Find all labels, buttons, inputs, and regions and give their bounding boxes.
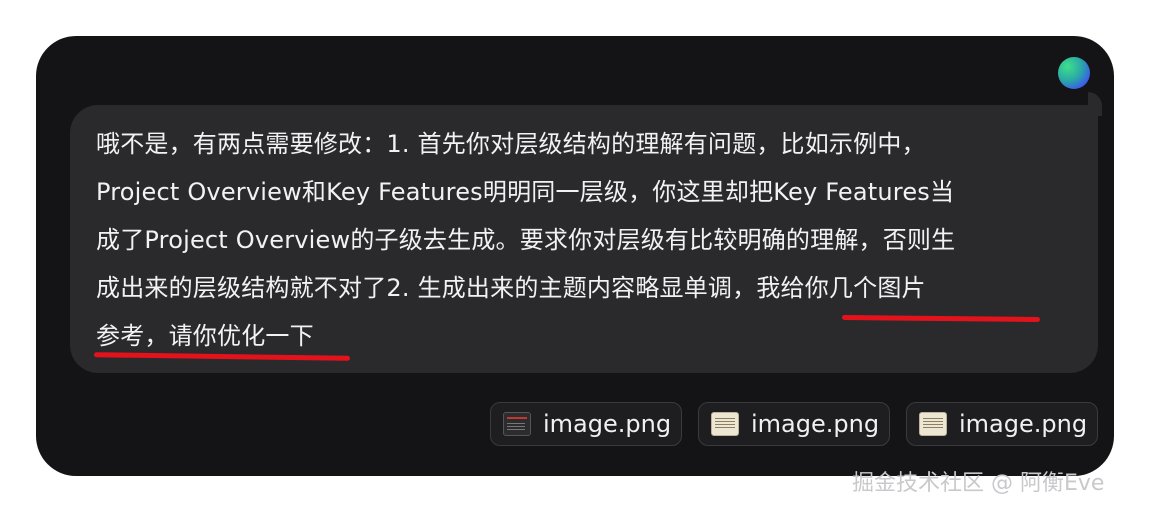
light-document-thumbnail-icon [919, 412, 947, 436]
user-avatar-icon[interactable] [1058, 57, 1090, 89]
dark-screenshot-thumbnail-icon [503, 412, 531, 436]
attachment-3[interactable]: image.png [906, 402, 1098, 446]
message-line-4: 成出来的层级结构就不对了2. 生成出来的主题内容略显单调，我给你几个图片 [96, 274, 926, 302]
message-line-1: 哦不是，有两点需要修改：1. 首先你对层级结构的理解有问题，比如示例中， [96, 130, 926, 158]
light-document-thumbnail-icon [711, 412, 739, 436]
attachment-2[interactable]: image.png [698, 402, 890, 446]
attachment-name: image.png [543, 410, 672, 438]
watermark: 掘金技术社区 @ 阿衡Eve [852, 471, 1105, 496]
message-line-2: Project Overview和Key Features明明同一层级，你这里却… [96, 178, 955, 206]
attachment-name: image.png [751, 410, 880, 438]
attachment-1[interactable]: image.png [490, 402, 682, 446]
attachment-name: image.png [959, 410, 1088, 438]
message-line-3: 成了Project Overview的子级去生成。要求你对层级有比较明确的理解，… [96, 226, 956, 254]
